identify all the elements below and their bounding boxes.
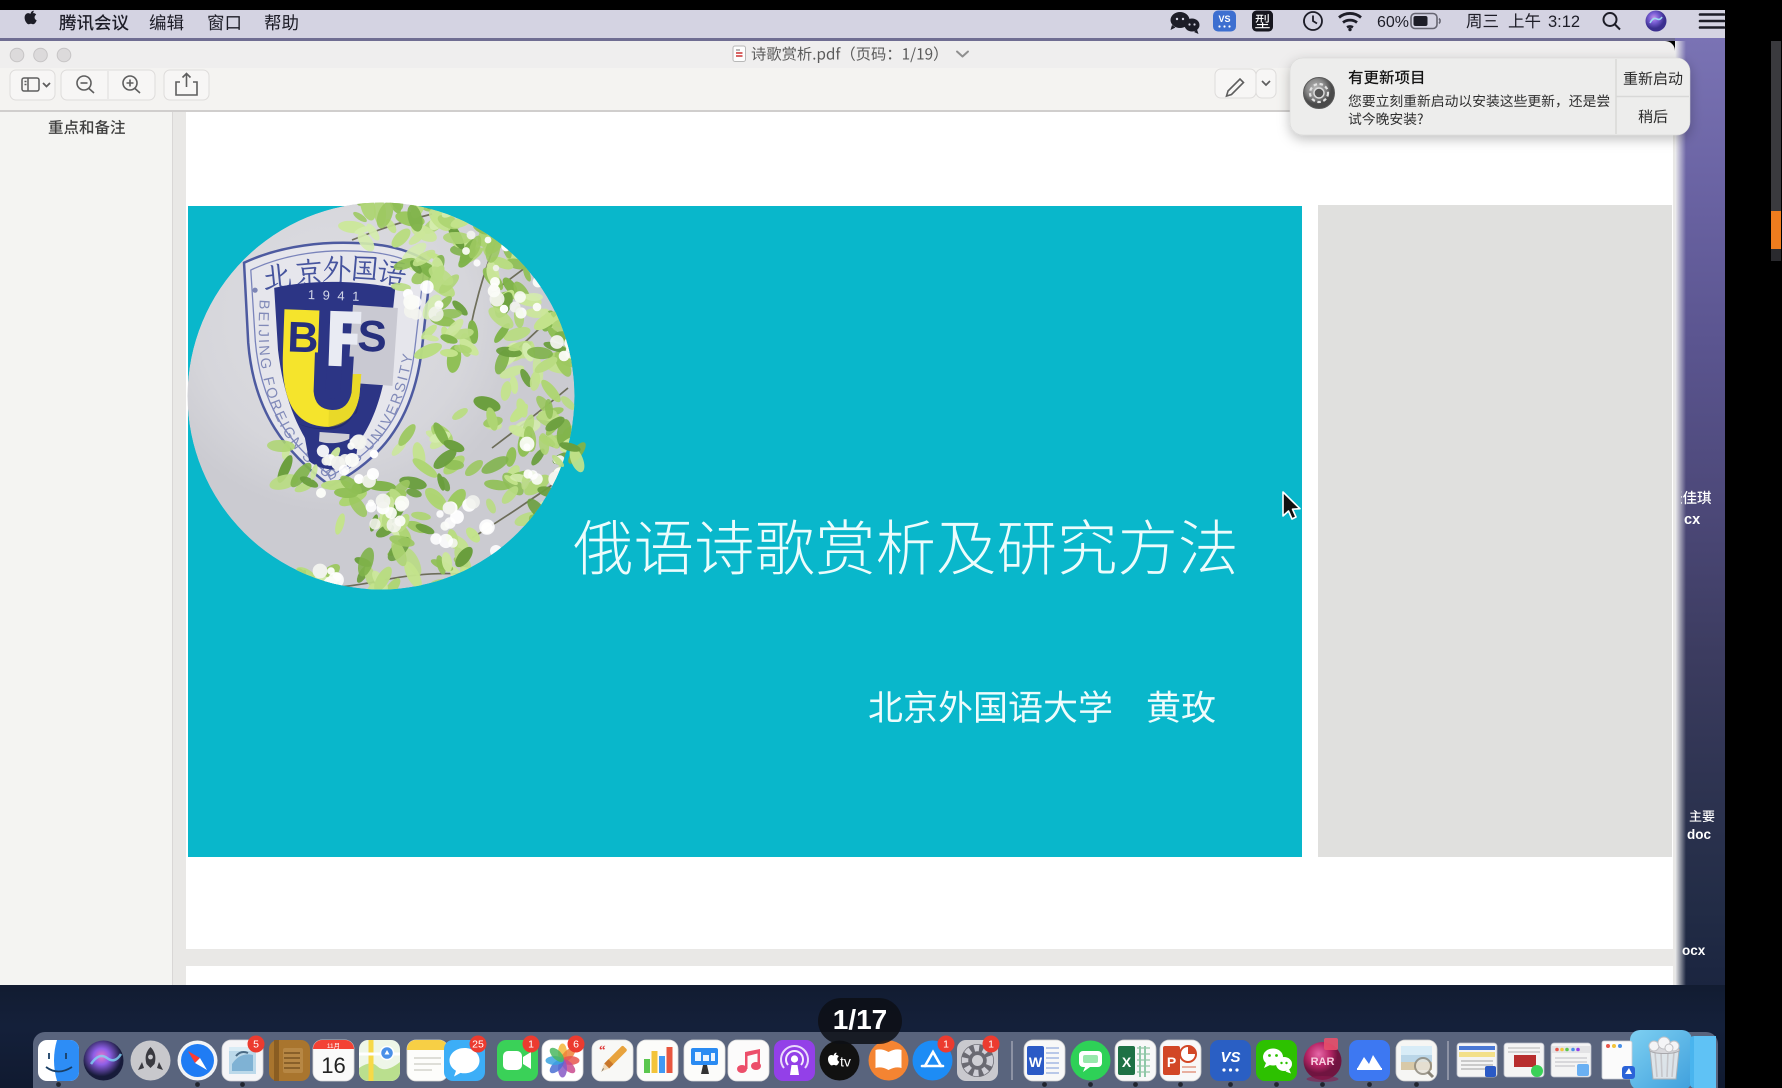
svg-text:VS: VS	[1220, 1049, 1240, 1066]
svg-text:cx: cx	[1684, 512, 1700, 528]
svg-text:25: 25	[472, 1039, 484, 1051]
svg-text:B: B	[287, 313, 320, 362]
svg-text:S: S	[357, 312, 388, 362]
svg-text:16: 16	[321, 1053, 345, 1078]
svg-text:60%: 60%	[1377, 14, 1409, 31]
svg-text:tv: tv	[840, 1054, 851, 1070]
svg-text:doc: doc	[1687, 827, 1711, 842]
svg-text:3:12: 3:12	[1548, 13, 1580, 31]
svg-text:P: P	[1167, 1054, 1176, 1070]
svg-text:W: W	[1029, 1054, 1043, 1070]
svg-text:X: X	[1122, 1054, 1132, 1070]
svg-text:1: 1	[943, 1039, 949, 1051]
svg-text:1: 1	[988, 1039, 994, 1051]
svg-text:6: 6	[573, 1039, 579, 1051]
svg-text:“: “	[599, 1042, 606, 1057]
svg-text:VS: VS	[1218, 14, 1230, 24]
svg-text:1/17: 1/17	[833, 1004, 888, 1035]
svg-text:11月: 11月	[327, 1042, 340, 1050]
svg-text:5: 5	[253, 1039, 259, 1051]
svg-text:1941: 1941	[308, 287, 367, 304]
svg-text:RAR: RAR	[1311, 1056, 1335, 1068]
svg-text:ocx: ocx	[1682, 943, 1706, 958]
svg-text:1: 1	[528, 1039, 534, 1051]
